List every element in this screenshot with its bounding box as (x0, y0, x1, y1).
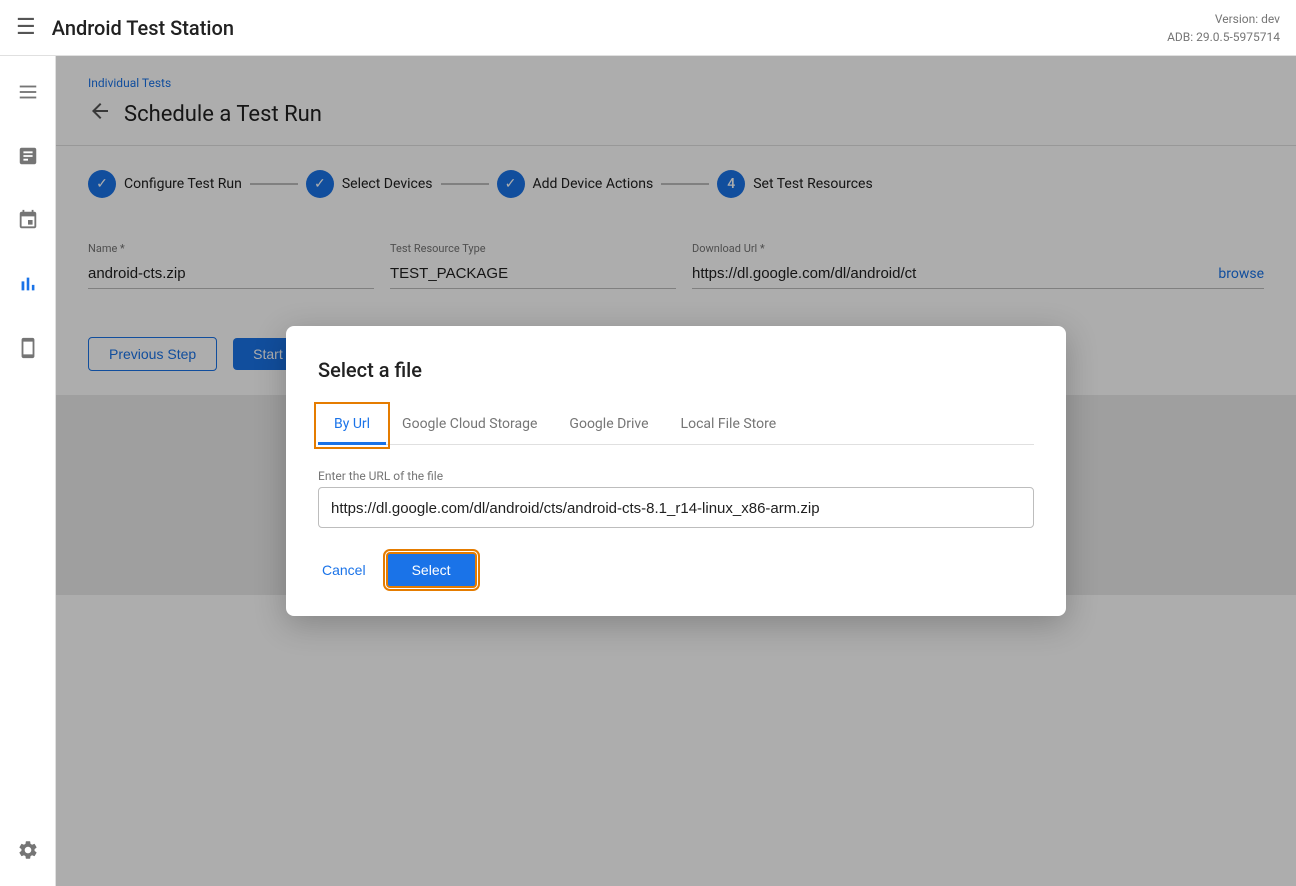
sidebar-icon-phone[interactable] (8, 328, 48, 368)
version-line1: Version: dev (1167, 10, 1280, 28)
version-info: Version: dev ADB: 29.0.5-5975714 (1167, 10, 1280, 46)
sidebar-icon-calendar[interactable] (8, 200, 48, 240)
sidebar-icon-tasks[interactable] (8, 136, 48, 176)
dialog-cancel-button[interactable]: Cancel (318, 554, 370, 586)
sidebar (0, 56, 56, 886)
dialog-buttons: Cancel Select (318, 552, 1034, 588)
dialog-tabs: By Url Google Cloud Storage Google Drive… (318, 406, 1034, 445)
sidebar-icon-chart[interactable] (8, 264, 48, 304)
dialog-select-button[interactable]: Select (386, 552, 477, 588)
tab-google-cloud-storage[interactable]: Google Cloud Storage (386, 406, 553, 445)
menu-icon[interactable]: ☰ (16, 15, 36, 40)
tab-google-drive[interactable]: Google Drive (553, 406, 664, 445)
version-line2: ADB: 29.0.5-5975714 (1167, 28, 1280, 46)
app-title: Android Test Station (52, 16, 1167, 40)
tab-local-file-store[interactable]: Local File Store (665, 406, 793, 445)
url-input-label: Enter the URL of the file (318, 469, 1034, 483)
content-area: Individual Tests Schedule a Test Run Con… (56, 56, 1296, 886)
tab-by-url[interactable]: By Url (318, 406, 386, 445)
sidebar-icon-settings[interactable] (8, 830, 48, 870)
topbar: ☰ Android Test Station Version: dev ADB:… (0, 0, 1296, 56)
dialog-title: Select a file (318, 358, 1034, 382)
url-input[interactable] (331, 500, 1021, 517)
dialog-overlay: Select a file By Url Google Cloud Storag… (56, 56, 1296, 886)
sidebar-icon-list[interactable] (8, 72, 48, 112)
url-input-wrapper (318, 487, 1034, 528)
dialog: Select a file By Url Google Cloud Storag… (286, 326, 1066, 616)
